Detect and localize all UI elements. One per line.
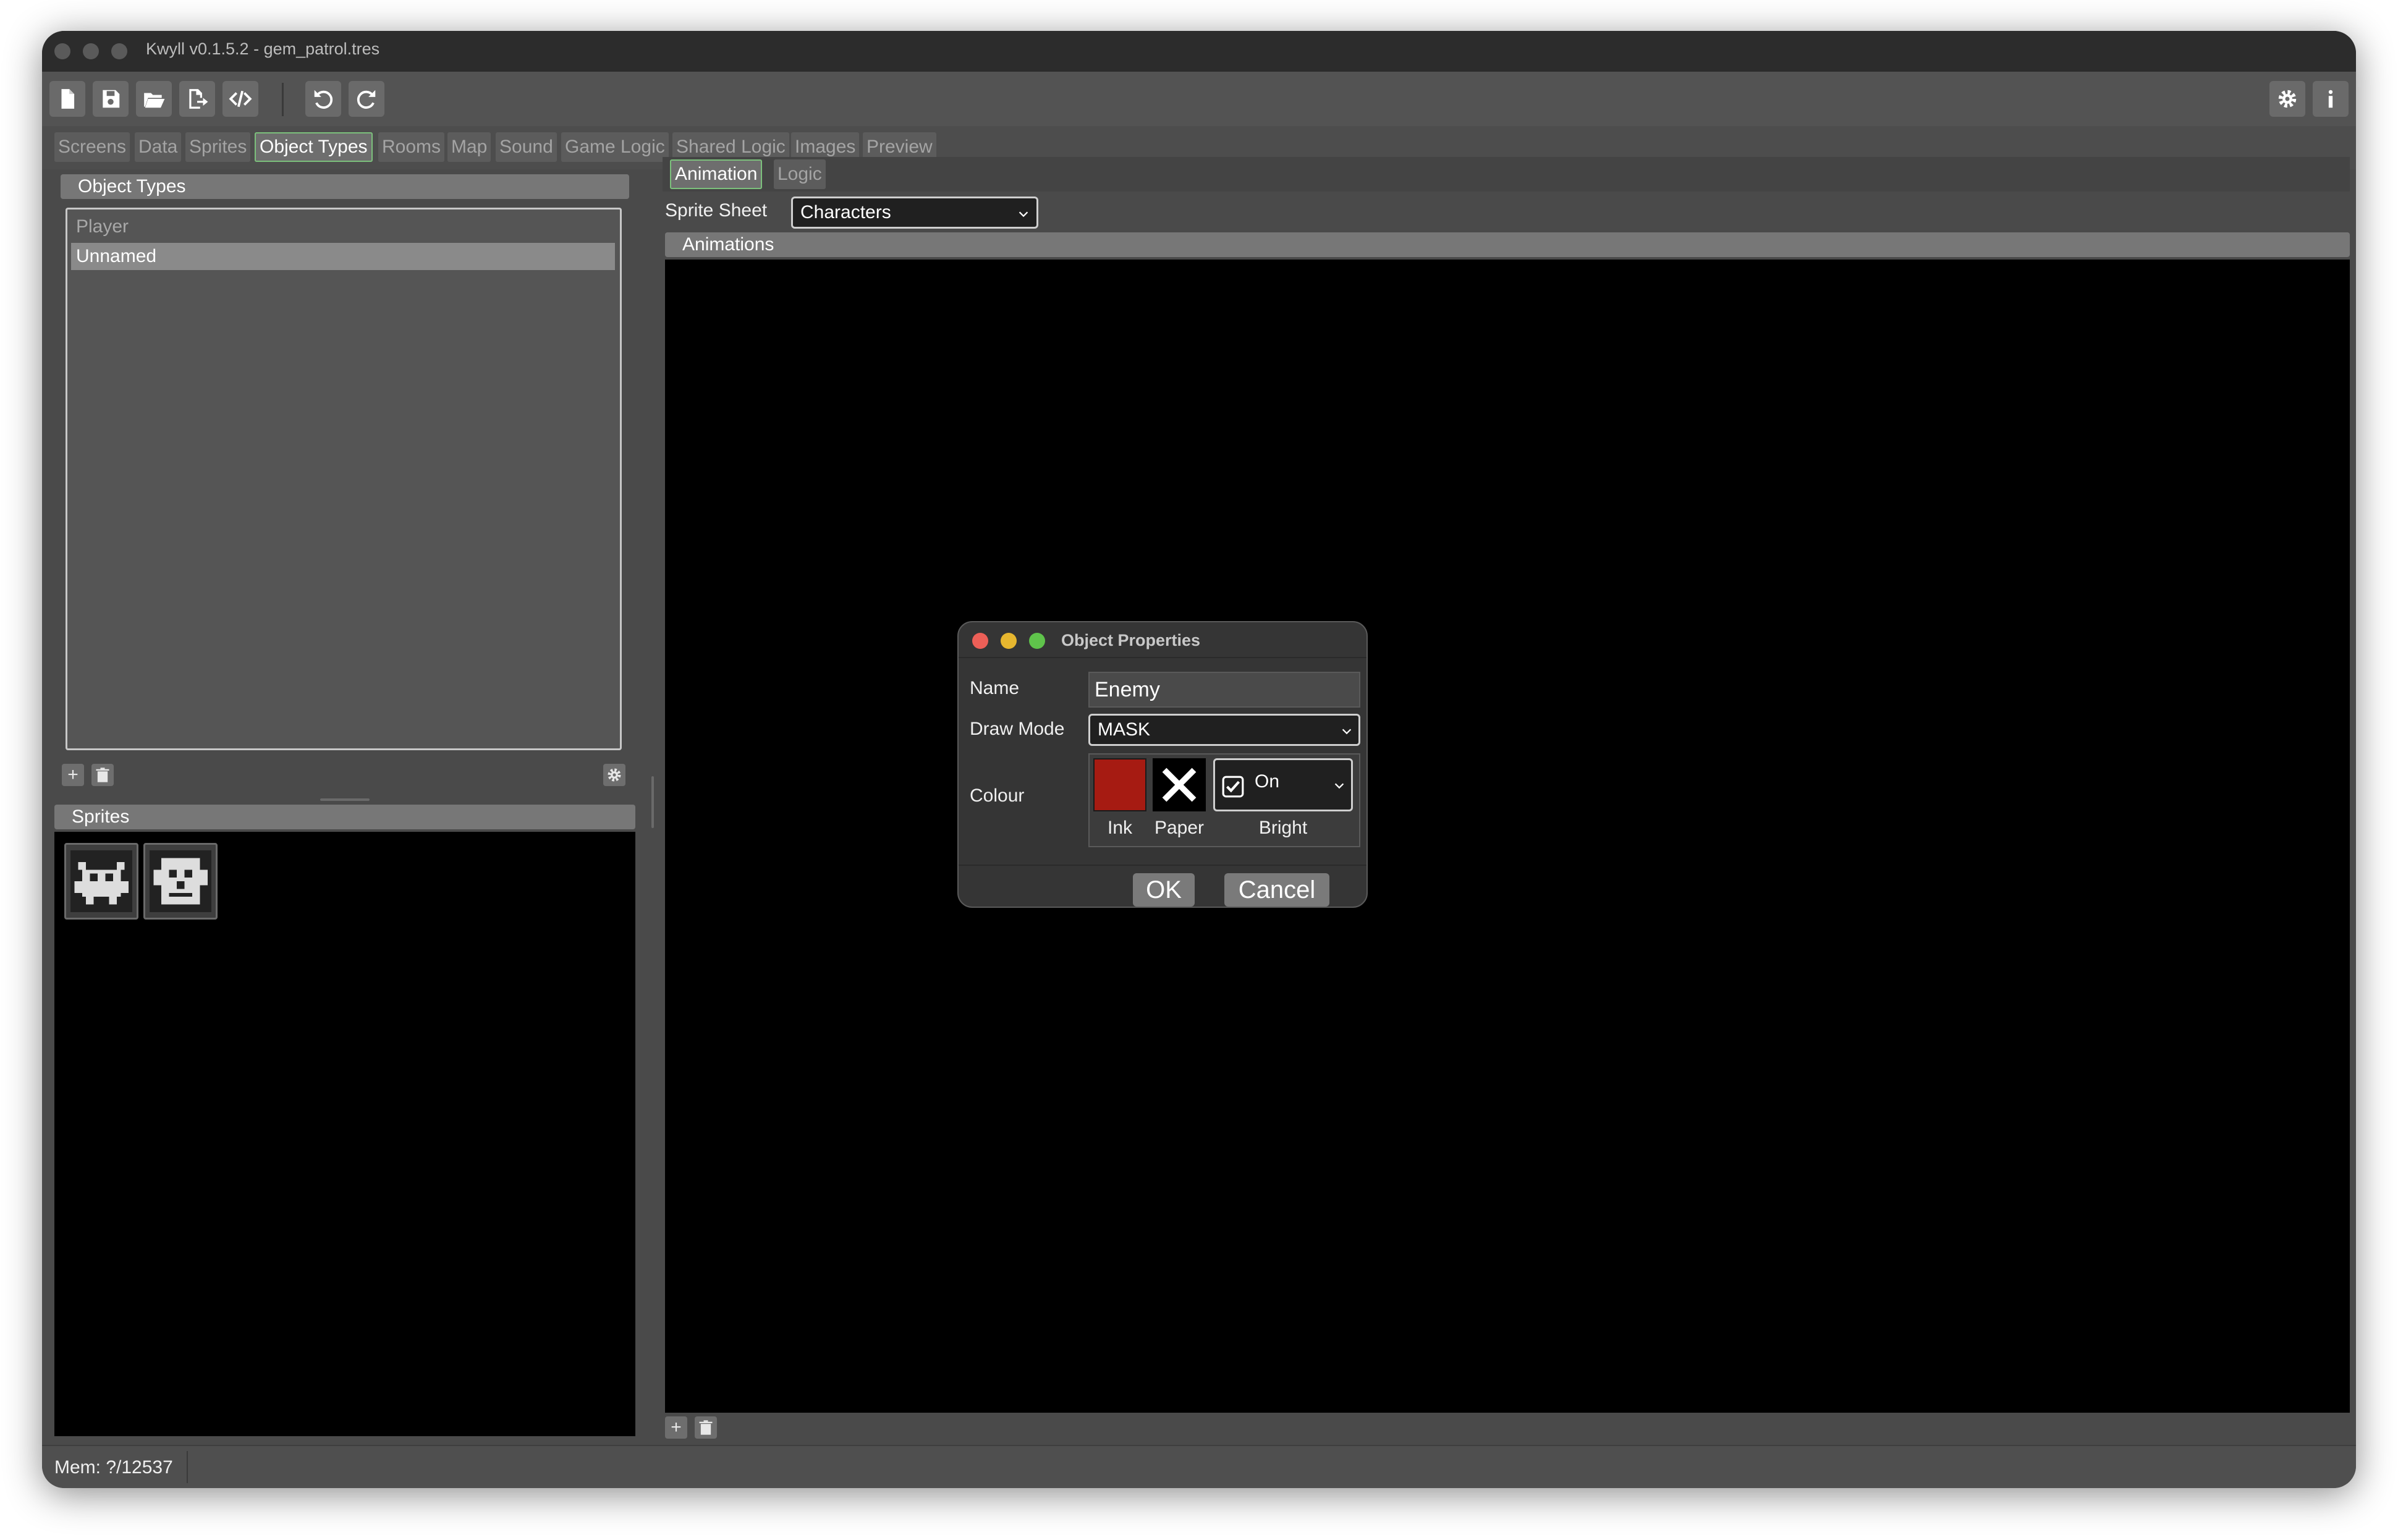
status-divider xyxy=(187,1451,188,1483)
sprites-panel xyxy=(54,832,635,1436)
code-button[interactable] xyxy=(222,81,258,117)
crab-sprite-thumbnail[interactable] xyxy=(64,843,138,920)
sprite-sheet-select[interactable]: Characters xyxy=(791,197,1038,229)
save-button[interactable] xyxy=(93,81,129,117)
trash-icon xyxy=(96,768,109,782)
info-button[interactable] xyxy=(2313,81,2349,117)
object-types-header: Object Types xyxy=(61,174,629,199)
dialog-title: Object Properties xyxy=(1061,631,1201,649)
tab-object-types[interactable]: Object Types xyxy=(255,132,373,162)
dialog-minimize-button[interactable] xyxy=(1001,633,1017,649)
code-icon xyxy=(229,90,252,108)
colour-label: Colour xyxy=(970,785,1025,806)
gear-icon xyxy=(2278,90,2297,108)
export-button[interactable] xyxy=(179,81,215,117)
dialog-title-divider xyxy=(959,657,1366,658)
draw-mode-label: Draw Mode xyxy=(970,719,1065,739)
tab-map[interactable]: Map xyxy=(447,132,491,162)
toolbar xyxy=(42,72,2356,126)
open-folder-icon xyxy=(144,93,165,108)
save-icon xyxy=(103,90,120,108)
tab-game-logic[interactable]: Game Logic xyxy=(561,132,669,162)
title-bar: Kwyll v0.1.5.2 - gem_patrol.tres xyxy=(42,31,2356,72)
tab-sprites[interactable]: Sprites xyxy=(185,132,251,162)
delete-animation-button[interactable] xyxy=(695,1416,717,1439)
splitter-handle[interactable] xyxy=(320,798,370,801)
chevron-down-icon xyxy=(1019,211,1028,218)
checkbox-checked-icon xyxy=(1222,776,1244,798)
open-button[interactable] xyxy=(136,81,172,117)
plus-icon: + xyxy=(671,1417,682,1437)
name-input[interactable]: Enemy xyxy=(1088,672,1360,708)
gear-icon xyxy=(608,768,621,782)
toolbar-separator xyxy=(282,83,284,116)
object-settings-button[interactable] xyxy=(603,764,625,786)
paper-label: Paper xyxy=(1154,818,1205,838)
redo-icon xyxy=(357,90,376,109)
bright-value: On xyxy=(1255,771,1280,792)
animations-header: Animations xyxy=(665,232,2350,257)
ink-swatch[interactable] xyxy=(1093,758,1146,811)
ink-label: Ink xyxy=(1107,818,1133,838)
robot-face-sprite-thumbnail[interactable] xyxy=(143,843,218,920)
trash-icon xyxy=(699,1420,713,1435)
chevron-down-icon xyxy=(1334,783,1344,789)
window-title: Kwyll v0.1.5.2 - gem_patrol.tres xyxy=(146,40,380,58)
colour-group: On Ink Paper Bright xyxy=(1088,753,1360,847)
paper-swatch[interactable] xyxy=(1153,758,1206,811)
object-properties-dialog: Object Properties Name Enemy Draw Mode M… xyxy=(957,621,1368,908)
add-object-button[interactable]: + xyxy=(62,764,84,786)
tab-rooms[interactable]: Rooms xyxy=(378,132,445,162)
cancel-button[interactable]: Cancel xyxy=(1224,873,1329,907)
tab-sound[interactable]: Sound xyxy=(496,132,557,162)
undo-icon xyxy=(314,90,333,109)
tab-screens[interactable]: Screens xyxy=(54,132,130,162)
new-file-button[interactable] xyxy=(49,81,85,117)
robot-face-sprite-icon xyxy=(150,850,211,912)
zoom-window-button[interactable] xyxy=(111,43,127,59)
redo-button[interactable] xyxy=(349,81,384,117)
dialog-zoom-button[interactable] xyxy=(1029,633,1045,649)
draw-mode-select[interactable]: MASK xyxy=(1088,714,1360,746)
undo-button[interactable] xyxy=(305,81,341,117)
dialog-footer-divider xyxy=(959,865,1366,866)
name-label: Name xyxy=(970,678,1020,698)
minimize-window-button[interactable] xyxy=(83,43,99,59)
export-icon xyxy=(189,89,208,109)
bright-select[interactable]: On xyxy=(1213,758,1353,811)
object-types-list[interactable]: Player Unnamed xyxy=(66,208,622,750)
tab-logic[interactable]: Logic xyxy=(774,159,826,189)
ok-button[interactable]: OK xyxy=(1133,873,1195,907)
chevron-down-icon xyxy=(1342,729,1352,735)
vertical-splitter[interactable] xyxy=(651,776,654,828)
memory-status: Mem: ?/12537 xyxy=(54,1457,173,1478)
delete-object-button[interactable] xyxy=(91,764,114,786)
add-animation-button[interactable]: + xyxy=(665,1416,687,1439)
sub-tabs: Animation Logic xyxy=(663,157,2350,192)
tab-animation[interactable]: Animation xyxy=(670,159,763,189)
sprite-sheet-label: Sprite Sheet xyxy=(665,200,768,221)
plus-icon: + xyxy=(67,764,78,785)
crab-sprite-icon xyxy=(70,850,132,912)
animations-canvas[interactable] xyxy=(665,260,2350,1413)
bright-label: Bright xyxy=(1258,818,1308,838)
dialog-close-button[interactable] xyxy=(972,633,988,649)
info-icon xyxy=(2328,90,2333,108)
transparent-x-icon xyxy=(1162,768,1197,802)
sprites-header: Sprites xyxy=(54,805,635,829)
list-item[interactable]: Player xyxy=(71,213,615,240)
new-file-icon xyxy=(61,89,75,109)
close-window-button[interactable] xyxy=(54,43,70,59)
status-bar: Mem: ?/12537 xyxy=(42,1445,2356,1488)
list-item-selected[interactable]: Unnamed xyxy=(71,243,615,270)
sprite-sheet-value: Characters xyxy=(800,202,891,222)
tab-data[interactable]: Data xyxy=(135,132,182,162)
draw-mode-value: MASK xyxy=(1098,719,1151,740)
settings-button[interactable] xyxy=(2269,81,2305,117)
